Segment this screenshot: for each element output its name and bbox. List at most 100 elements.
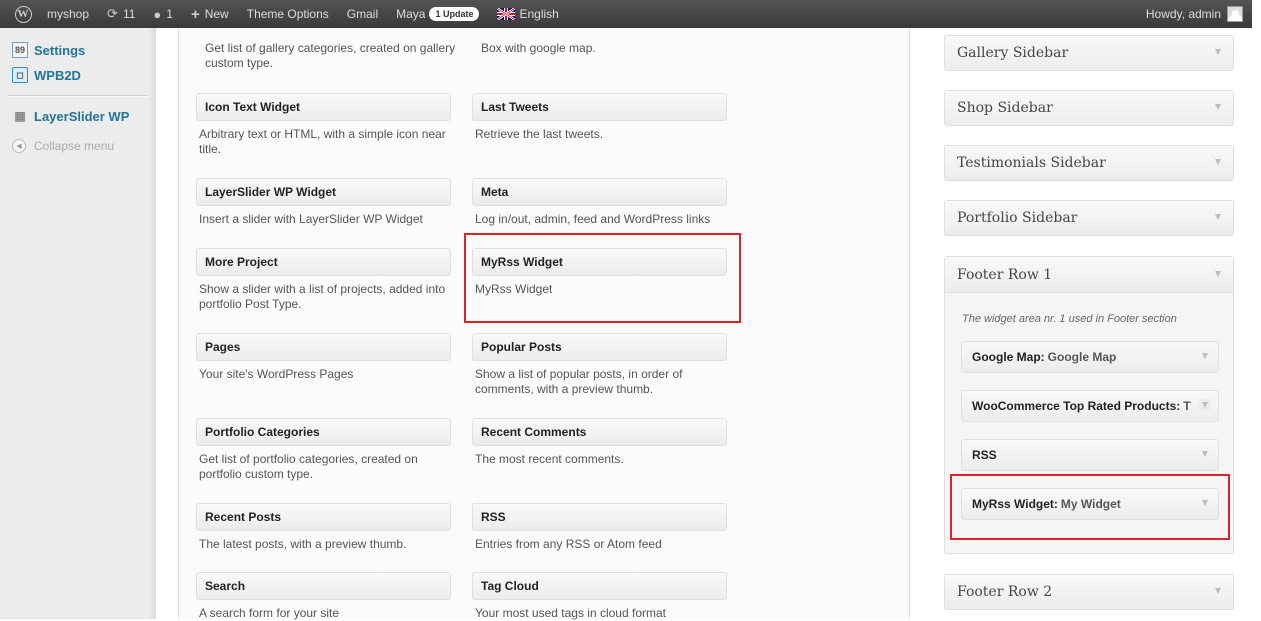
widget-description: Show a list of popular posts, in order o…: [475, 367, 683, 396]
widget-title[interactable]: Icon Text Widget: [196, 93, 451, 121]
wpb2d-icon: ◻: [12, 67, 28, 83]
settings-icon: 89: [12, 42, 28, 58]
widget-description: Get list of portfolio categories, create…: [199, 452, 418, 481]
widget-title[interactable]: Search: [196, 572, 451, 600]
placed-widget-rss[interactable]: RSS: [961, 439, 1219, 471]
widget-recent-comments[interactable]: Recent Comments The most recent comments…: [472, 418, 727, 467]
comment-bubble-icon: ●: [153, 6, 162, 22]
placed-myrss-highlight: [950, 474, 1230, 540]
widget-title[interactable]: LayerSlider WP Widget: [196, 178, 451, 206]
widget-description: The latest posts, with a preview thumb.: [199, 537, 407, 551]
collapse-menu-button[interactable]: ◀ Collapse menu: [12, 139, 114, 153]
theme-options-link[interactable]: Theme Options: [238, 0, 338, 28]
widget-tag-cloud[interactable]: Tag Cloud Your most used tags in cloud f…: [472, 572, 727, 621]
widget-title[interactable]: Last Tweets: [472, 93, 727, 121]
widget-description: Entries from any RSS or Atom feed: [475, 537, 662, 551]
widget-description: Retrieve the last tweets.: [475, 127, 604, 141]
dropdown-arrow-icon[interactable]: [1202, 402, 1208, 408]
widget-title[interactable]: Recent Posts: [196, 503, 451, 531]
sidebar-testimonials[interactable]: Testimonials Sidebar: [944, 145, 1234, 181]
sidebar-shop[interactable]: Shop Sidebar: [944, 90, 1234, 126]
comments-link[interactable]: ● 1: [144, 0, 182, 28]
sidebar-title: Footer Row 1: [957, 266, 1053, 283]
widget-title[interactable]: Recent Comments: [472, 418, 727, 446]
widget-instance-title: T: [1183, 399, 1191, 413]
site-name-link[interactable]: myshop: [38, 0, 98, 28]
widget-description: Get list of gallery categories, created …: [205, 41, 456, 70]
updates-link[interactable]: ⟳ 11: [98, 0, 144, 28]
widget-title[interactable]: Pages: [196, 333, 451, 361]
gmail-link[interactable]: Gmail: [338, 0, 387, 28]
wordpress-logo-menu[interactable]: W: [8, 0, 38, 28]
widget-title[interactable]: More Project: [196, 248, 451, 276]
new-label: New: [204, 7, 229, 21]
refresh-icon: ⟳: [107, 6, 118, 21]
maya-link[interactable]: Maya 1 Update: [387, 0, 488, 28]
widget-description: Show a slider with a list of projects, a…: [199, 282, 446, 311]
sidebar-title: Shop Sidebar: [957, 100, 1053, 116]
admin-bar: W myshop ⟳ 11 ● 1 + New Theme Options Gm…: [0, 0, 1252, 28]
widget-search[interactable]: Search A search form for your site: [196, 572, 451, 621]
plus-icon: +: [190, 5, 200, 23]
sidebar-title: Testimonials Sidebar: [957, 155, 1106, 171]
menu-item-wpb2d[interactable]: ◻ WPB2D: [8, 64, 148, 86]
widget-title[interactable]: Popular Posts: [472, 333, 727, 361]
widget-last-tweets[interactable]: Last Tweets Retrieve the last tweets.: [472, 93, 727, 142]
menu-item-label: LayerSlider WP: [34, 108, 130, 124]
widget-more-project[interactable]: More Project Show a slider with a list o…: [196, 248, 451, 312]
menu-item-label: Settings: [34, 42, 86, 58]
dropdown-arrow-icon[interactable]: [1202, 353, 1208, 359]
placed-widget-google-map[interactable]: Google Map: Google Map: [961, 341, 1219, 373]
dropdown-arrow-icon[interactable]: [1215, 159, 1221, 165]
widget-icon-text[interactable]: Icon Text Widget Arbitrary text or HTML,…: [196, 93, 451, 157]
dropdown-arrow-icon[interactable]: [1215, 49, 1221, 55]
menu-item-settings[interactable]: 89 Settings: [8, 39, 148, 61]
my-account-link[interactable]: Howdy, admin: [1137, 0, 1252, 28]
widget-rss[interactable]: RSS Entries from any RSS or Atom feed: [472, 503, 727, 552]
dropdown-arrow-icon[interactable]: [1215, 104, 1221, 110]
placed-widget-woocommerce-top-rated[interactable]: WooCommerce Top Rated Products: T: [961, 390, 1219, 422]
widget-description: Your site's WordPress Pages: [199, 367, 354, 381]
language-switcher[interactable]: English: [488, 0, 567, 28]
uk-flag-icon: [497, 8, 516, 20]
widget-title[interactable]: RSS: [472, 503, 727, 531]
widget-name: RSS: [972, 448, 997, 462]
widget-name: Google Map:: [972, 350, 1045, 364]
widget-instance-title: Google Map: [1047, 350, 1117, 364]
widget-description: Arbitrary text or HTML, with a simple ic…: [199, 127, 446, 156]
dropdown-arrow-icon[interactable]: [1215, 214, 1221, 220]
dropdown-arrow-icon[interactable]: [1215, 270, 1221, 277]
widget-title[interactable]: Portfolio Categories: [196, 418, 451, 446]
collapse-menu-label: Collapse menu: [34, 139, 115, 153]
widget-layerslider[interactable]: LayerSlider WP Widget Insert a slider wi…: [196, 178, 451, 227]
menu-separator: [8, 95, 148, 97]
theme-options-label: Theme Options: [246, 7, 329, 21]
sidebar-footer-row-2[interactable]: Footer Row 2: [944, 574, 1234, 610]
widget-meta[interactable]: Meta Log in/out, admin, feed and WordPre…: [472, 178, 727, 227]
new-content-link[interactable]: + New: [182, 0, 238, 28]
layerslider-icon: ▦: [14, 109, 26, 123]
sidebar-title: Portfolio Sidebar: [957, 210, 1078, 226]
sidebar-gallery[interactable]: Gallery Sidebar: [944, 35, 1234, 71]
widget-description: Your most used tags in cloud format: [475, 606, 666, 620]
widget-title[interactable]: Meta: [472, 178, 727, 206]
widget-pages[interactable]: Pages Your site's WordPress Pages: [196, 333, 451, 382]
admin-menu-shadow: [148, 28, 156, 619]
widget-title[interactable]: Tag Cloud: [472, 572, 727, 600]
sidebar-portfolio[interactable]: Portfolio Sidebar: [944, 200, 1234, 236]
menu-item-layerslider[interactable]: ▦ LayerSlider WP: [8, 105, 148, 127]
widget-portfolio-categories[interactable]: Portfolio Categories Get list of portfol…: [196, 418, 451, 482]
updates-count: 11: [122, 7, 136, 21]
widget-description: A search form for your site: [199, 606, 340, 620]
dropdown-arrow-icon[interactable]: [1202, 451, 1208, 457]
widget-popular-posts[interactable]: Popular Posts Show a list of popular pos…: [472, 333, 727, 397]
gmail-label: Gmail: [346, 7, 379, 21]
widget-description: Box with google map.: [481, 41, 596, 55]
dropdown-arrow-icon[interactable]: [1215, 588, 1221, 594]
widget-name: WooCommerce Top Rated Products:: [972, 399, 1181, 413]
widget-recent-posts[interactable]: Recent Posts The latest posts, with a pr…: [196, 503, 451, 552]
sidebar-title: Footer Row 2: [957, 584, 1053, 600]
comments-count: 1: [166, 7, 173, 21]
sidebar-header[interactable]: Footer Row 1: [945, 257, 1233, 293]
avatar: [1227, 6, 1243, 22]
